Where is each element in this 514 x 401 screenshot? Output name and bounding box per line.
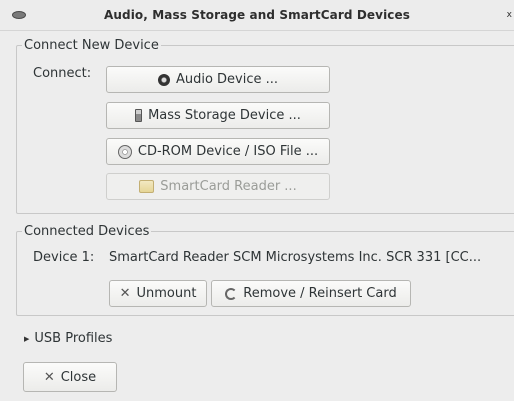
remove-reinsert-card-button[interactable]: Remove / Reinsert Card [211,280,411,307]
audio-device-button[interactable]: Audio Device ... [106,66,330,93]
unmount-icon: ✕ [119,286,131,301]
close-label: Close [60,369,97,385]
device-1-label: Device 1: [33,250,95,265]
smartcard-reader-label: SmartCard Reader ... [160,179,297,194]
device-1-name: SmartCard Reader SCM Microsystems Inc. S… [109,250,482,265]
remove-reinsert-card-label: Remove / Reinsert Card [243,286,397,301]
connect-new-device-legend: Connect New Device [24,38,159,53]
cdrom-icon [117,144,132,159]
speaker-icon [157,73,170,86]
unmount-label: Unmount [136,286,197,301]
usb-drive-icon [135,109,143,122]
expander-triangle-icon: ▶ [24,334,30,343]
unmount-button[interactable]: ✕ Unmount [109,280,207,307]
window-title: Audio, Mass Storage and SmartCard Device… [104,8,410,22]
close-icon: ✕ [43,369,55,385]
usb-profiles-label: USB Profiles [34,331,113,346]
cdrom-device-button[interactable]: CD-ROM Device / ISO File ... [106,138,330,165]
connected-devices-legend: Connected Devices [24,224,150,239]
usb-profiles-expander[interactable]: ▶ USB Profiles [24,331,112,346]
smartcard-reader-button[interactable]: SmartCard Reader ... [106,173,330,200]
mass-storage-device-label: Mass Storage Device ... [148,108,301,123]
smartcard-icon [139,180,155,193]
title-bar[interactable]: Audio, Mass Storage and SmartCard Device… [0,0,514,31]
window-close-icon[interactable]: x [507,0,512,30]
devices-dialog: Audio, Mass Storage and SmartCard Device… [0,0,514,401]
close-button[interactable]: ✕ Close [23,362,117,392]
cdrom-device-label: CD-ROM Device / ISO File ... [137,144,319,159]
refresh-icon [225,287,238,300]
connect-label: Connect: [33,66,92,81]
audio-device-label: Audio Device ... [175,72,279,87]
mass-storage-device-button[interactable]: Mass Storage Device ... [106,102,330,129]
